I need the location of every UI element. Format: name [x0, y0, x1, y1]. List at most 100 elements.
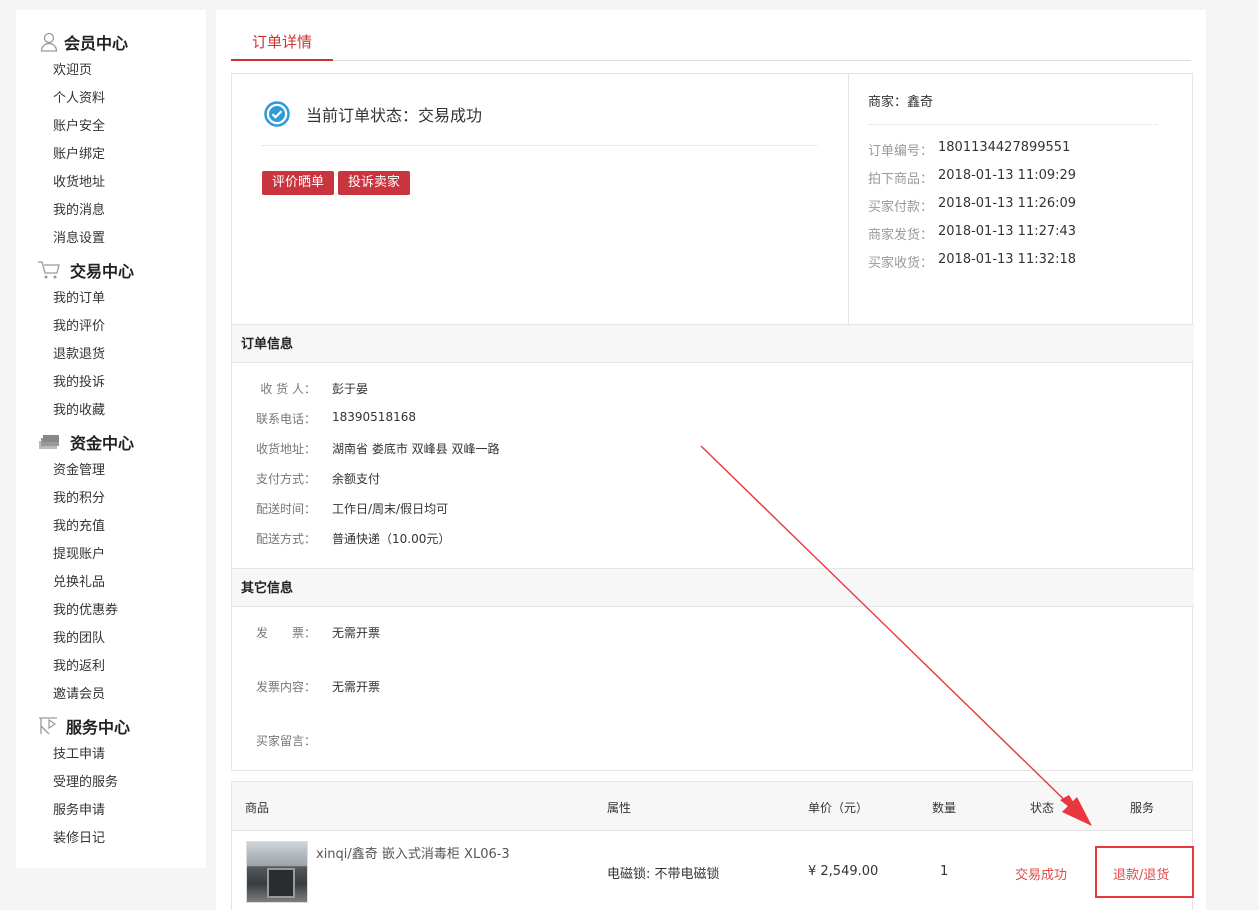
sidebar-item-binding[interactable]: 账户绑定 [16, 141, 128, 169]
info-value: 无需开票 [332, 626, 381, 640]
sidebar-item-refunds[interactable]: 退款退货 [16, 341, 134, 369]
sidebar-item-recharge[interactable]: 我的充值 [16, 513, 134, 541]
unit-price: ¥ 2,549.00 [808, 864, 879, 879]
status-buttons: 评价晒单 投诉卖家 [262, 171, 411, 195]
sidebar-item-diary[interactable]: 装修日记 [16, 825, 130, 853]
meta-value: 2018-01-13 11:32:18 [938, 252, 1077, 267]
sidebar-group-title: 资金中心 [16, 427, 134, 457]
divider [868, 124, 1158, 125]
sidebar-item-message-settings[interactable]: 消息设置 [16, 225, 128, 253]
info-row: 发票内容： 无需开票 [232, 678, 380, 695]
money-icon [36, 431, 62, 453]
sidebar-item-service-apply[interactable]: 服务申请 [16, 797, 130, 825]
sidebar-item-welcome[interactable]: 欢迎页 [16, 57, 128, 85]
check-circle-icon [264, 101, 290, 127]
complain-seller-button[interactable]: 投诉卖家 [338, 171, 411, 195]
sidebar-item-rebates[interactable]: 我的返利 [16, 653, 134, 681]
sidebar-item-security[interactable]: 账户安全 [16, 113, 128, 141]
sidebar-group-funds: 资金中心 资金管理 我的积分 我的充值 提现账户 兑换礼品 我的优惠券 我的团队… [16, 427, 134, 709]
product-name-link[interactable]: xinqi/鑫奇 嵌入式消毒柜 XL06-3 [316, 843, 510, 862]
column-header: 状态 [1030, 801, 1055, 815]
sidebar-item-favorites[interactable]: 我的收藏 [16, 397, 134, 425]
tab-bar: 订单详情 [231, 26, 1191, 61]
refund-return-link[interactable]: 退款/退货 [1113, 864, 1169, 883]
sidebar-item-invite[interactable]: 邀请会员 [16, 681, 134, 709]
meta-value: 2018-01-13 11:27:43 [938, 224, 1077, 239]
meta-label: 买家付款： [868, 200, 934, 215]
sidebar-group-title: 交易中心 [16, 255, 134, 285]
order-info-section: 订单信息 收 货 人： 彭于晏 联系电话： 18390518168 收货地址： 湖南省… [231, 324, 1194, 569]
info-row: 配送方式： 普通快递（10.00元） [232, 530, 450, 547]
divider [262, 145, 818, 146]
item-status: 交易成功 [1015, 868, 1068, 883]
meta-label: 订单编号： [868, 144, 934, 159]
service-icon [36, 715, 60, 737]
meta-value: 2018-01-13 11:09:29 [938, 168, 1077, 183]
sidebar-item-orders[interactable]: 我的订单 [16, 285, 134, 313]
info-label: 配送方式： [255, 532, 316, 546]
sidebar-group-member: 会员中心 欢迎页 个人资料 账户安全 账户绑定 收货地址 我的消息 消息设置 [16, 27, 128, 253]
meta-label: 拍下商品： [868, 172, 934, 187]
sidebar-item-team[interactable]: 我的团队 [16, 625, 134, 653]
order-status-box: 当前订单状态：交易成功 评价晒单 投诉卖家 商家：鑫奇 订单编号： 1801134… [231, 73, 1193, 325]
column-header: 属性 [607, 801, 632, 815]
goods-table: 商品 属性 单价（元） 数量 状态 服务 xinqi/鑫奇 嵌入式消毒柜 XL0… [231, 781, 1194, 910]
meta-label: 商家发货： [868, 228, 934, 243]
product-thumbnail[interactable] [246, 841, 308, 903]
info-row: 联系电话： 18390518168 [232, 410, 416, 427]
sidebar-item-complaints[interactable]: 我的投诉 [16, 369, 134, 397]
sidebar-item-withdraw-account[interactable]: 提现账户 [16, 541, 134, 569]
info-row: 买家留言： [232, 732, 332, 749]
sidebar-item-fund-management[interactable]: 资金管理 [16, 457, 134, 485]
quantity: 1 [940, 864, 949, 879]
info-row: 收 货 人： 彭于晏 [232, 380, 368, 397]
info-label: 配送时间： [255, 502, 316, 516]
column-header: 单价（元） [808, 801, 869, 815]
sidebar-item-technician-apply[interactable]: 技工申请 [16, 741, 130, 769]
product-attribute: 电磁锁: 不带电磁锁 [607, 867, 720, 882]
sidebar-group-title: 会员中心 [16, 27, 128, 57]
meta-label: 买家收货： [868, 256, 934, 271]
other-info-section: 其它信息 发 票： 无需开票 发票内容： 无需开票 买家留言： [231, 568, 1194, 771]
sidebar-item-coupons[interactable]: 我的优惠券 [16, 597, 134, 625]
meta-value: 1801134427899551 [938, 140, 1071, 155]
received-time-row: 买家收货： 2018-01-13 11:32:18 [868, 252, 1076, 271]
table-header: 商品 属性 单价（元） 数量 状态 服务 [232, 782, 1192, 831]
sidebar-item-profile[interactable]: 个人资料 [16, 85, 128, 113]
sidebar-item-address[interactable]: 收货地址 [16, 169, 128, 197]
info-row: 发 票： 无需开票 [232, 624, 380, 641]
info-value: 无需开票 [332, 680, 381, 694]
status-panel: 当前订单状态：交易成功 评价晒单 投诉卖家 [232, 74, 849, 324]
info-label: 支付方式： [255, 472, 316, 486]
sidebar-item-points[interactable]: 我的积分 [16, 485, 134, 513]
column-header: 商品 [245, 801, 270, 815]
sidebar-group-label: 会员中心 [64, 34, 129, 53]
status-line: 当前订单状态：交易成功 [264, 101, 482, 127]
info-value: 18390518168 [332, 410, 416, 424]
column-header: 数量 [932, 801, 957, 815]
tab-order-detail[interactable]: 订单详情 [231, 26, 333, 61]
info-label: 联系电话： [255, 412, 316, 426]
sidebar-group-label: 交易中心 [70, 262, 135, 281]
info-value: 彭于晏 [332, 382, 369, 396]
sidebar-group-service: 服务中心 技工申请 受理的服务 服务申请 装修日记 [16, 711, 130, 853]
main-panel: 订单详情 当前订单状态：交易成功 评价晒单 投诉卖家 商家：鑫奇 订单编号： 18… [216, 10, 1206, 910]
meta-value: 2018-01-13 11:26:09 [938, 196, 1077, 211]
sidebar-group-label: 服务中心 [66, 718, 131, 737]
info-label: 发票内容： [255, 680, 316, 694]
order-number-row: 订单编号： 1801134427899551 [868, 140, 1070, 159]
column-header: 服务 [1130, 801, 1155, 815]
sidebar-item-accepted-services[interactable]: 受理的服务 [16, 769, 130, 797]
paid-time-row: 买家付款： 2018-01-13 11:26:09 [868, 196, 1076, 215]
review-button[interactable]: 评价晒单 [262, 171, 335, 195]
sidebar-item-messages[interactable]: 我的消息 [16, 197, 128, 225]
section-title: 订单信息 [232, 324, 1194, 363]
info-row: 收货地址： 湖南省 娄底市 双峰县 双峰一路 [232, 440, 499, 457]
sidebar: 会员中心 欢迎页 个人资料 账户安全 账户绑定 收货地址 我的消息 消息设置 交… [16, 10, 206, 868]
order-status-text: 当前订单状态：交易成功 [306, 106, 483, 125]
info-value: 普通快递（10.00元） [332, 532, 451, 546]
info-label: 买家留言： [255, 734, 316, 748]
sidebar-item-reviews[interactable]: 我的评价 [16, 313, 134, 341]
sidebar-item-gifts[interactable]: 兑换礼品 [16, 569, 134, 597]
info-label: 收 货 人： [260, 382, 316, 396]
